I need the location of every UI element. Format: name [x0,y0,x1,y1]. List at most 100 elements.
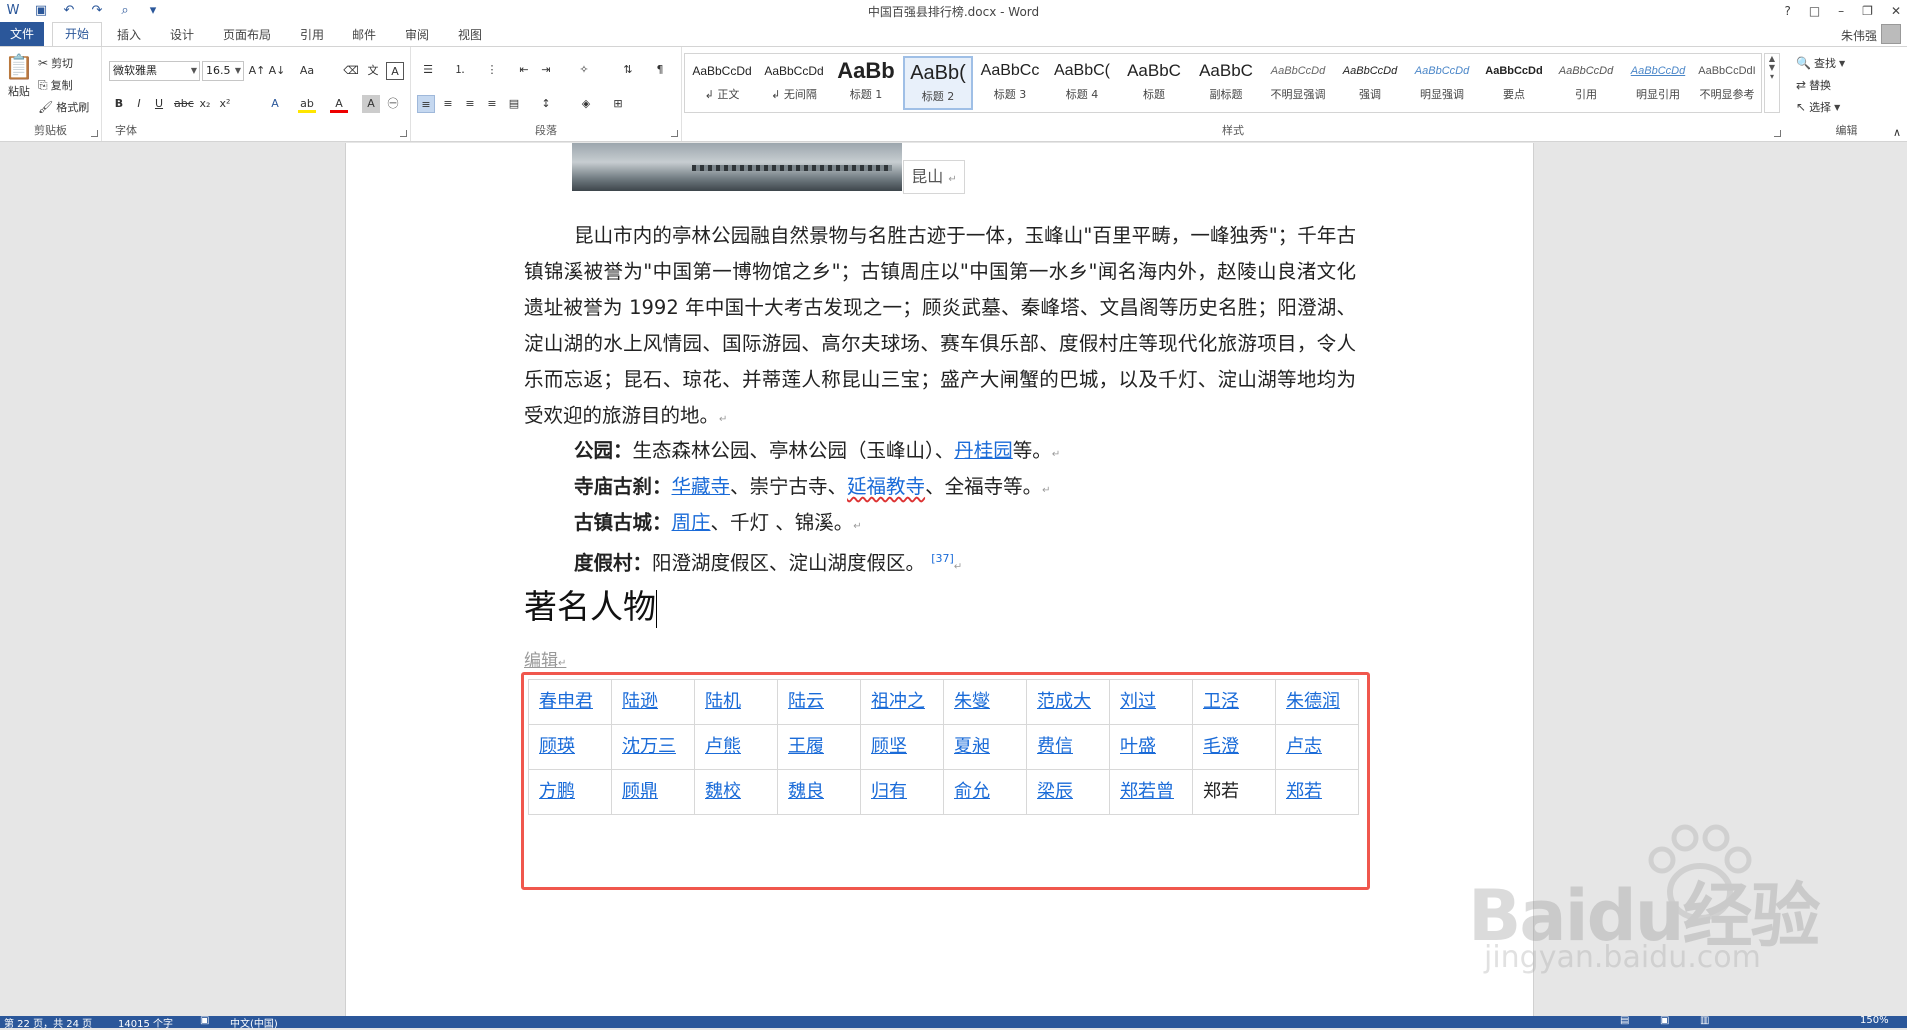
style-subtle-emphasis[interactable]: AaBbCcDd 不明显强调 [1263,56,1333,110]
show-marks-icon[interactable]: ¶ [651,61,669,79]
multilevel-list-icon[interactable]: ⋮ [483,61,501,79]
proofing-icon[interactable]: ▣ [200,1015,209,1026]
list-item-town[interactable]: 古镇古城：周庄、千灯 、锦溪。↵ [574,508,862,542]
ribbon-display-button[interactable]: □ [1809,4,1820,18]
tab-mailings[interactable]: 邮件 [352,26,376,43]
sort-icon[interactable]: ⇅ [619,61,637,79]
tab-page-layout[interactable]: 页面布局 [223,26,271,43]
link-zhouzhuang[interactable]: 周庄 [672,511,711,534]
paragraph-launcher[interactable] [671,130,678,137]
user-name[interactable]: 朱伟强 [1841,27,1877,44]
style-subtitle[interactable]: AaBbC 副标题 [1191,56,1261,110]
person-link[interactable]: 卢熊 [705,736,741,757]
edit-link[interactable]: 编辑↵ [524,646,566,671]
font-launcher[interactable] [400,130,407,137]
person-link[interactable]: 陆机 [705,691,741,712]
person-link[interactable]: 郑若 [1286,781,1322,802]
person-link[interactable]: 郑若曾 [1120,781,1174,802]
person-link[interactable]: 夏昶 [954,736,990,757]
person-link[interactable]: 顾鼎 [622,781,658,802]
distributed-icon[interactable]: ▤ [505,95,523,113]
person-link[interactable]: 刘过 [1120,691,1156,712]
minimize-button[interactable]: – [1838,4,1844,18]
link-yanfu[interactable]: 延福教寺 [847,475,925,498]
tab-design[interactable]: 设计 [170,26,194,43]
tab-insert[interactable]: 插入 [117,26,141,43]
citation-link[interactable]: [37] [931,552,954,565]
link-huazang[interactable]: 华藏寺 [672,475,731,498]
styles-launcher[interactable] [1774,130,1781,137]
align-center-icon[interactable]: ≡ [439,95,457,113]
replace-button[interactable]: ⇄ 替换 [1796,77,1831,93]
bullets-icon[interactable]: ☰ [419,61,437,79]
format-painter-button[interactable]: 🖌 格式刷 [38,99,89,115]
find-button[interactable]: 🔍 查找 ▼ [1796,55,1845,71]
shrink-font-icon[interactable]: A↓ [268,62,286,80]
style-heading-4[interactable]: AaBbC(标题 4 [1047,56,1117,110]
style-intense-quote[interactable]: AaBbCcDd 明显引用 [1623,56,1693,110]
change-case-icon[interactable]: Aa [298,62,316,80]
style-title[interactable]: AaBbC 标题 [1119,56,1189,110]
tab-home[interactable]: 开始 [52,22,102,46]
underline-icon[interactable]: U [150,95,168,113]
tab-file[interactable]: 文件 [0,22,44,46]
shading-icon[interactable]: ◈ [577,95,595,113]
style-intense-emphasis[interactable]: AaBbCcDd 明显强调 [1407,56,1477,110]
justify-icon[interactable]: ≡ [483,95,501,113]
style-heading-3[interactable]: AaBbCc 标题 3 [975,56,1045,110]
restore-button[interactable]: ❐ [1862,4,1873,18]
close-button[interactable]: ✕ [1891,4,1901,18]
text-effects-icon[interactable]: A [266,95,284,113]
bold-icon[interactable]: B [110,95,128,113]
person-link[interactable]: 魏校 [705,781,741,802]
font-name-select[interactable]: 微软雅黑 ▼ [109,61,200,81]
select-button[interactable]: ↖ 选择 ▼ [1796,99,1840,115]
gallery-scroll[interactable]: ▲ ▼ ▾ [1764,53,1780,113]
person-link[interactable]: 叶盛 [1120,736,1156,757]
person-link[interactable]: 卫泾 [1203,691,1239,712]
borders-icon[interactable]: ⊞ [609,95,627,113]
person-link[interactable]: 顾坚 [871,736,907,757]
increase-indent-icon[interactable]: ⇥ [537,61,555,79]
list-item-park[interactable]: 公园：生态森林公园、亭林公园（玉峰山）、丹桂园等。↵ [574,436,1060,470]
style-subtle-reference[interactable]: AaBbCcDdI 不明显参考 [1693,56,1761,110]
paste-button[interactable]: 📋 粘贴 [4,53,34,99]
print-layout-icon[interactable]: ▣ [1660,1015,1669,1026]
superscript-icon[interactable]: x² [216,95,234,113]
subscript-icon[interactable]: x₂ [196,95,214,113]
list-item-temple[interactable]: 寺庙古刹：华藏寺、崇宁古寺、延福教寺、全福寺等。↵ [574,472,1050,506]
list-item-resort[interactable]: 度假村：阳澄湖度假区、淀山湖度假区。 [37]↵ [574,544,962,583]
web-layout-icon[interactable]: ▥ [1700,1015,1709,1026]
paragraph-kunshan[interactable]: 昆山市内的亭林公园融自然景物与名胜古迹于一体，玉峰山"百里平畴，一峰独秀"；千年… [524,218,1356,438]
italic-icon[interactable]: I [130,95,148,113]
person-link[interactable]: 梁辰 [1037,781,1073,802]
person-link[interactable]: 毛澄 [1203,736,1239,757]
char-shading-icon[interactable]: A [362,95,380,113]
font-size-select[interactable]: 16.5 ▼ [202,61,244,81]
tab-view[interactable]: 视图 [458,26,482,43]
person-link[interactable]: 陆逊 [622,691,658,712]
help-button[interactable]: ? [1784,4,1790,18]
person-link[interactable]: 朱德润 [1286,691,1340,712]
tab-review[interactable]: 审阅 [405,26,429,43]
strikethrough-icon[interactable]: abc [174,95,194,113]
clear-format-icon[interactable]: ⌫ [342,62,360,80]
copy-button[interactable]: ⎘ 复制 [38,77,73,93]
enclose-char-icon[interactable]: ㊀ [384,95,402,113]
read-mode-icon[interactable]: ▤ [1620,1015,1629,1026]
align-left-icon[interactable]: ≡ [417,95,435,113]
style-normal[interactable]: AaBbCcDd ↲ 正文 [687,56,757,110]
style-strong[interactable]: AaBbCcDd 要点 [1479,56,1549,110]
person-link[interactable]: 王履 [788,736,824,757]
section-heading[interactable]: 著名人物 [524,580,657,628]
font-color-icon[interactable]: A [330,95,348,113]
person-link[interactable]: 沈万三 [622,736,676,757]
collapse-ribbon-icon[interactable]: ∧ [1893,126,1901,139]
style-emphasis[interactable]: AaBbCcDd 强调 [1335,56,1405,110]
person-link[interactable]: 陆云 [788,691,824,712]
style-no-spacing[interactable]: AaBbCcDd ↲ 无间隔 [759,56,829,110]
person-link[interactable]: 费信 [1037,736,1073,757]
zoom-level[interactable]: 150% [1860,1015,1889,1026]
char-border-icon[interactable]: A [386,62,404,80]
person-link[interactable]: 魏良 [788,781,824,802]
